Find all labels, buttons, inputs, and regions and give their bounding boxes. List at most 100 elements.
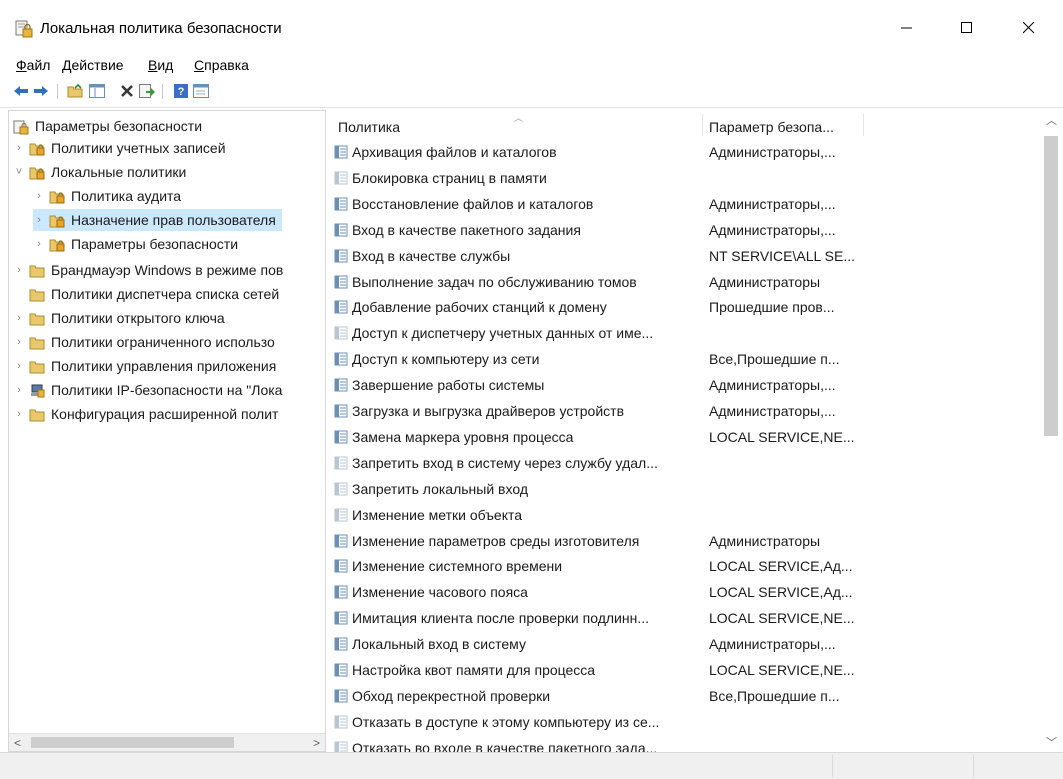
- policy-name: Изменение часового пояса: [352, 584, 528, 601]
- column-header-policy[interactable]: Политика: [338, 110, 708, 138]
- maximize-icon: [961, 22, 972, 33]
- chevron-right-icon[interactable]: [13, 288, 25, 300]
- policy-enabled-icon: [334, 197, 348, 211]
- table-row[interactable]: Вход в качестве службы NT SERVICE\ALL SE.…: [328, 244, 1042, 270]
- tree-item-public-key-policies[interactable]: › Политики открытого ключа: [13, 307, 231, 329]
- policy-folder-icon: [49, 214, 65, 227]
- table-row[interactable]: Изменение часового пояса LOCAL SERVICE,Ад…: [328, 580, 1042, 606]
- delete-button[interactable]: [118, 82, 136, 100]
- policy-list[interactable]: ︿ Политика Параметр безопа... Архивация …: [328, 110, 1063, 752]
- scroll-left-icon[interactable]: <: [14, 736, 21, 750]
- menu-view[interactable]: Вид: [148, 57, 173, 73]
- table-row[interactable]: Обход перекрестной проверки Все,Прошедшие…: [328, 684, 1042, 710]
- column-divider[interactable]: [702, 114, 703, 136]
- menu-help[interactable]: Справка: [194, 57, 249, 73]
- chevron-right-icon[interactable]: ›: [13, 312, 25, 324]
- policy-setting: Администраторы,...: [709, 144, 836, 160]
- export-list-button[interactable]: [138, 82, 156, 100]
- tree-item-local-policies[interactable]: ˅ Локальные политики: [13, 161, 192, 183]
- table-row[interactable]: Локальный вход в систему Администраторы,.…: [328, 632, 1042, 658]
- policy-setting: LOCAL SERVICE,NE...: [709, 610, 855, 627]
- forward-button[interactable]: [32, 82, 50, 100]
- up-folder-icon: [67, 84, 83, 98]
- chevron-right-icon[interactable]: ›: [13, 360, 25, 372]
- show-hide-tree-button[interactable]: [88, 82, 106, 100]
- table-row[interactable]: Имитация клиента после проверки подлинн.…: [328, 606, 1042, 632]
- policy-setting: LOCAL SERVICE,Ад...: [709, 558, 853, 575]
- policy-enabled-icon: [334, 378, 348, 392]
- scrollbar-thumb[interactable]: [31, 737, 234, 748]
- table-row[interactable]: Настройка квот памяти для процесса LOCAL …: [328, 658, 1042, 684]
- chevron-right-icon[interactable]: ›: [13, 336, 25, 348]
- horizontal-scrollbar[interactable]: < >: [9, 733, 325, 751]
- folder-icon: [29, 336, 45, 349]
- chevron-right-icon[interactable]: ›: [33, 238, 45, 250]
- toolbar: ?: [0, 78, 1063, 108]
- tree-item-advanced-audit-config[interactable]: › Конфигурация расширенной полит: [13, 403, 284, 425]
- policy-enabled-icon: [334, 534, 348, 548]
- table-row[interactable]: Отказать в доступе к этому компьютеру из…: [328, 710, 1042, 736]
- table-row[interactable]: Завершение работы системы Администраторы,…: [328, 373, 1042, 399]
- table-row[interactable]: Выполнение задач по обслуживанию томов Ад…: [328, 270, 1042, 296]
- tree-item-audit-policy[interactable]: › Политика аудита: [33, 185, 187, 207]
- tree-item-ip-security[interactable]: › Политики IP-безопасности на "Лока: [13, 379, 288, 401]
- tree-item-user-rights-assignment[interactable]: › Назначение прав пользователя: [33, 209, 282, 231]
- up-level-button[interactable]: [66, 82, 84, 100]
- minimize-button[interactable]: [884, 10, 930, 46]
- tree-item-network-list-manager[interactable]: Политики диспетчера списка сетей: [13, 283, 285, 305]
- maximize-button[interactable]: [944, 10, 990, 46]
- chevron-right-icon[interactable]: ›: [13, 142, 25, 154]
- scrollbar-thumb[interactable]: [1044, 136, 1058, 436]
- chevron-down-icon[interactable]: ˅: [13, 166, 25, 178]
- chevron-right-icon[interactable]: ›: [33, 214, 45, 226]
- policy-name: Загрузка и выгрузка драйверов устройств: [352, 403, 625, 419]
- policy-name: Замена маркера уровня процесса: [352, 428, 574, 445]
- tree-item-security-options[interactable]: › Параметры безопасности: [33, 233, 244, 255]
- scroll-right-icon[interactable]: >: [313, 736, 320, 750]
- tree-item-windows-firewall[interactable]: › Брандмауэр Windows в режиме пов: [13, 259, 289, 281]
- close-button[interactable]: [1006, 10, 1052, 46]
- help-button[interactable]: ?: [172, 82, 190, 100]
- policy-setting: Все,Прошедшие п...: [709, 687, 840, 704]
- menu-action[interactable]: Действие: [62, 57, 124, 73]
- policy-enabled-icon: [334, 404, 348, 418]
- properties-button[interactable]: [192, 82, 210, 100]
- tree-item-application-control[interactable]: › Политики управления приложения: [13, 355, 282, 377]
- table-row[interactable]: Изменение метки объекта: [328, 503, 1042, 529]
- table-row[interactable]: Изменение системного времени LOCAL SERVIC…: [328, 554, 1042, 580]
- ip-security-icon: [29, 384, 45, 397]
- table-row[interactable]: Архивация файлов и каталогов Администрато…: [328, 140, 1042, 166]
- tree-item-account-policies[interactable]: › Политики учетных записей: [13, 137, 232, 159]
- table-row[interactable]: Замена маркера уровня процесса LOCAL SERV…: [328, 425, 1042, 451]
- table-row[interactable]: Запретить вход в систему через службу уд…: [328, 451, 1042, 477]
- policy-name: Доступ к диспетчеру учетных данных от им…: [352, 325, 654, 342]
- table-row[interactable]: Запретить локальный вход: [328, 477, 1042, 503]
- table-row[interactable]: Добавление рабочих станций к домену Проше…: [328, 295, 1042, 321]
- table-row[interactable]: Восстановление файлов и каталогов Админис…: [328, 192, 1042, 218]
- table-row[interactable]: Доступ к компьютеру из сети Все,Прошедшие…: [328, 347, 1042, 373]
- column-divider[interactable]: [863, 114, 864, 136]
- scroll-up-icon[interactable]: ︿: [1046, 112, 1057, 128]
- tree-item-software-restriction[interactable]: › Политики ограниченного использо: [13, 331, 281, 353]
- table-row[interactable]: Отказать во входе в качестве пакетного з…: [328, 736, 1042, 752]
- policy-icon: [334, 482, 348, 496]
- chevron-right-icon[interactable]: ›: [33, 190, 45, 202]
- table-row[interactable]: Доступ к диспетчеру учетных данных от им…: [328, 321, 1042, 347]
- table-row[interactable]: Загрузка и выгрузка драйверов устройств А…: [328, 399, 1042, 425]
- chevron-right-icon[interactable]: ›: [13, 384, 25, 396]
- policy-setting: Прошедшие пров...: [709, 299, 835, 316]
- policy-name: Запретить локальный вход: [352, 480, 528, 497]
- tree-root-security-settings[interactable]: Параметры безопасности: [13, 115, 202, 137]
- chevron-right-icon[interactable]: ›: [13, 408, 25, 420]
- back-button[interactable]: [12, 82, 30, 100]
- menu-file[interactable]: Файл: [16, 57, 50, 73]
- scroll-down-icon[interactable]: ﹀: [1046, 734, 1057, 750]
- table-row[interactable]: Вход в качестве пакетного задания Админис…: [328, 218, 1042, 244]
- table-row[interactable]: Блокировка страниц в памяти: [328, 166, 1042, 192]
- column-header-setting[interactable]: Параметр безопа...: [709, 110, 859, 138]
- table-row[interactable]: Изменение параметров среды изготовителя А…: [328, 529, 1042, 555]
- policy-name: Блокировка страниц в памяти: [352, 169, 547, 186]
- chevron-right-icon[interactable]: ›: [13, 264, 25, 276]
- vertical-scrollbar[interactable]: ︿ ﹀: [1042, 110, 1060, 752]
- navigation-tree[interactable]: Параметры безопасности › Политики учетных…: [8, 110, 326, 752]
